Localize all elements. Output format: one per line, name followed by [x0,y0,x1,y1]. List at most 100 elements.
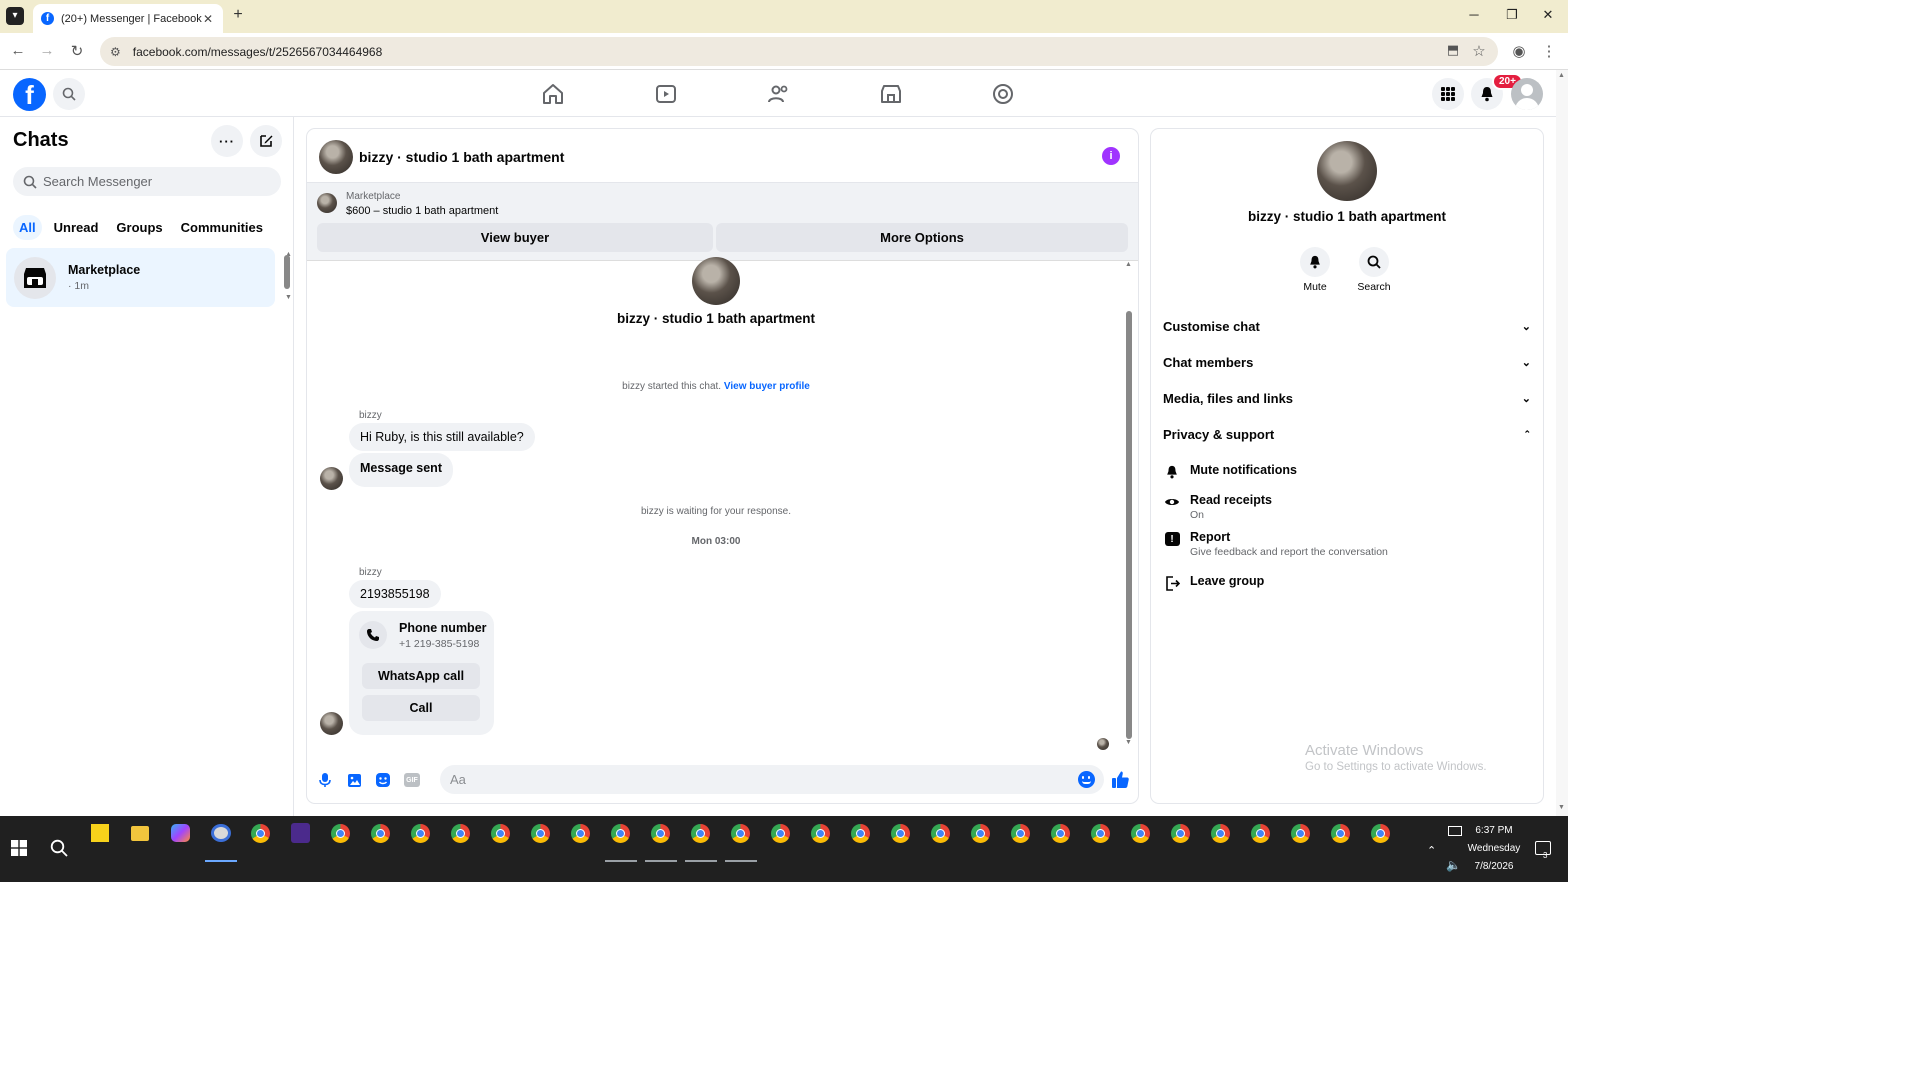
chrome-taskbar-icon[interactable] [1331,824,1350,843]
thumbs-up-icon[interactable] [1110,769,1130,789]
chrome-taskbar-icon[interactable] [771,824,790,843]
gaming-icon[interactable] [991,82,1015,106]
file-explorer-icon[interactable] [131,826,149,841]
browser-tab[interactable]: f (20+) Messenger | Facebook ✕ [33,4,223,33]
microphone-icon[interactable] [316,771,334,789]
leave-group-item[interactable]: Leave group [1163,574,1264,592]
chrome-taskbar-icon[interactable] [331,824,350,843]
clock-date[interactable]: 7/8/2026 [1462,861,1526,872]
chrome-taskbar-icon[interactable] [451,824,470,843]
listing-title[interactable]: $600 – studio 1 bath apartment [346,205,498,217]
chat-options-icon[interactable]: ··· [211,125,243,157]
chrome-taskbar-icon[interactable] [1371,824,1390,843]
section-media-files-links[interactable]: Media, files and links ⌄ [1163,391,1531,406]
page-scrollbar[interactable]: ▲ ▼ [1556,70,1568,816]
view-buyer-profile-link[interactable]: View buyer profile [724,381,810,392]
message-bubble[interactable]: 2193855198 [349,580,441,608]
volume-icon[interactable]: 🔈 [1446,858,1461,872]
filter-groups[interactable]: Groups [110,215,168,240]
back-icon[interactable]: ← [8,42,28,59]
whatsapp-call-button[interactable]: WhatsApp call [362,663,480,689]
info-icon[interactable]: i [1102,147,1120,165]
copilot-icon[interactable] [171,824,190,842]
scroll-up-icon[interactable]: ▲ [1125,261,1132,268]
chrome-taskbar-icon[interactable] [691,824,710,843]
chrome-taskbar-icon[interactable] [491,824,510,843]
chrome-taskbar-icon[interactable] [1091,824,1110,843]
network-icon[interactable] [1448,826,1462,836]
install-app-icon[interactable]: ⬒ [1443,42,1463,58]
friends-icon[interactable] [767,82,791,106]
section-customise-chat[interactable]: Customise chat ⌄ [1163,319,1531,334]
filter-communities[interactable]: Communities [175,215,269,240]
chrome-taskbar-icon[interactable] [531,824,550,843]
scroll-down-icon[interactable]: ▼ [1125,739,1132,746]
photo-icon[interactable] [345,771,363,789]
chrome-taskbar-icon[interactable] [251,824,270,843]
paint-icon[interactable] [211,824,231,842]
filter-all[interactable]: All [13,215,42,240]
chrome-taskbar-icon[interactable] [931,824,950,843]
clock-time[interactable]: 6:37 PM [1462,825,1526,836]
windows-start-icon[interactable] [11,840,27,861]
mute-notifications-item[interactable]: Mute notifications [1163,463,1297,481]
mute-label[interactable]: Mute [1295,281,1335,293]
chrome-taskbar-icon[interactable] [611,824,630,843]
call-button[interactable]: Call [362,695,480,721]
chrome-taskbar-icon[interactable] [411,824,430,843]
chrome-taskbar-icon[interactable] [1171,824,1190,843]
account-avatar[interactable] [1511,78,1543,110]
search-messenger-input[interactable]: Search Messenger [13,167,281,196]
report-item[interactable]: ! Report Give feedback and report the con… [1163,530,1388,558]
address-bar[interactable]: ⚙ facebook.com/messages/t/25265670344649… [100,37,1498,66]
gif-icon[interactable]: GIF [403,771,421,789]
forward-icon[interactable]: → [37,42,57,59]
restore-icon[interactable]: ❐ [1502,7,1522,23]
tab-close-icon[interactable]: ✕ [203,12,213,26]
chat-avatar[interactable] [319,140,353,174]
facebook-logo-icon[interactable]: f [13,78,46,111]
read-receipts-item[interactable]: Read receipts On [1163,493,1272,521]
message-input[interactable]: Aa [440,765,1104,794]
chrome-taskbar-icon[interactable] [971,824,990,843]
section-chat-members[interactable]: Chat members ⌄ [1163,355,1531,370]
filter-unread[interactable]: Unread [48,215,105,240]
chrome-taskbar-icon[interactable] [1291,824,1310,843]
chrome-taskbar-icon[interactable] [1251,824,1270,843]
chrome-taskbar-icon[interactable] [1131,824,1150,843]
bookmark-star-icon[interactable]: ☆ [1469,42,1489,60]
chrome-taskbar-icon[interactable] [651,824,670,843]
app-icon[interactable] [291,823,310,843]
show-hidden-icons-icon[interactable]: ⌃ [1427,844,1436,857]
chrome-taskbar-icon[interactable] [1011,824,1030,843]
apps-menu-icon[interactable] [1432,78,1464,110]
chrome-taskbar-icon[interactable] [571,824,590,843]
sender-avatar[interactable] [320,467,343,490]
chrome-taskbar-icon[interactable] [1211,824,1230,843]
chrome-taskbar-icon[interactable] [811,824,830,843]
home-icon[interactable] [541,82,565,106]
profile-icon[interactable]: ◉ [1509,42,1529,60]
taskbar-search-icon[interactable] [50,839,68,862]
scroll-down-icon[interactable]: ▼ [285,294,292,301]
tab-search-icon[interactable]: ▾ [6,7,24,25]
chrome-taskbar-icon[interactable] [371,824,390,843]
chrome-taskbar-icon[interactable] [1051,824,1070,843]
view-buyer-button[interactable]: View buyer [317,223,713,252]
more-options-button[interactable]: More Options [716,223,1128,252]
sticker-icon[interactable] [374,771,392,789]
window-close-icon[interactable]: ✕ [1538,7,1558,23]
reload-icon[interactable]: ↻ [67,42,87,60]
chat-list-item-marketplace[interactable]: Marketplace · 1m [6,248,275,307]
section-privacy-support[interactable]: Privacy & support ⌃ [1163,427,1531,442]
browser-menu-icon[interactable]: ⋮ [1539,42,1559,60]
site-info-icon[interactable]: ⚙ [110,45,121,59]
chrome-taskbar-icon[interactable] [851,824,870,843]
clock-day[interactable]: Wednesday [1462,843,1526,854]
sticky-notes-icon[interactable] [91,824,109,842]
sender-avatar[interactable] [320,712,343,735]
minimize-icon[interactable]: ─ [1464,7,1484,22]
search-in-chat-icon[interactable] [1359,247,1389,277]
video-icon[interactable] [654,82,678,106]
chrome-taskbar-icon[interactable] [731,824,750,843]
